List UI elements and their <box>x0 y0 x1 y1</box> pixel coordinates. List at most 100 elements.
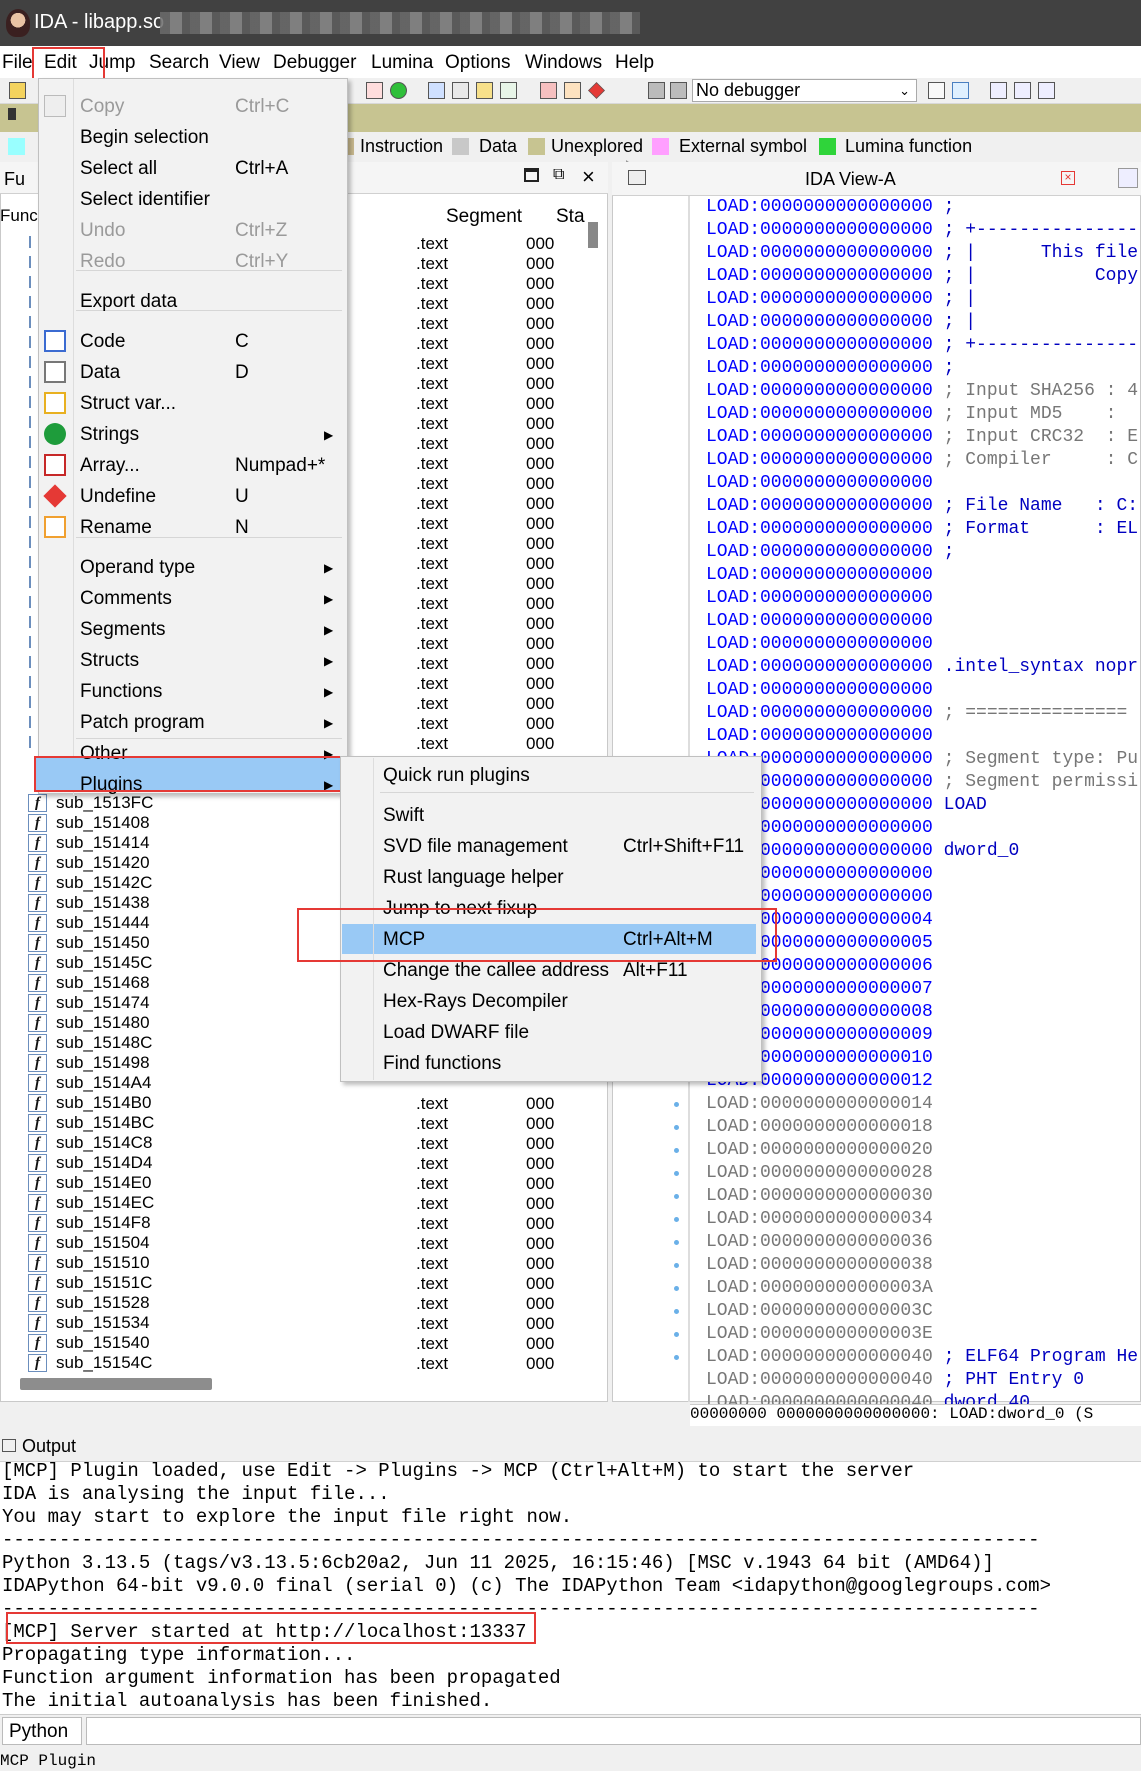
rename-icon[interactable] <box>564 82 581 99</box>
stop-icon[interactable] <box>670 82 687 99</box>
disasm-line[interactable]: LOAD:0000000000000000 ; | <box>706 288 976 311</box>
disasm-line[interactable]: LOAD:0000000000000038 dw <box>706 1254 1141 1277</box>
start-cell: 000 <box>526 614 555 633</box>
disasm-line[interactable]: LOAD:0000000000000000 <box>706 564 933 587</box>
disasm-line[interactable]: LOAD:000000000000003C dw <box>706 1300 1141 1323</box>
disasm-line[interactable]: LOAD:0000000000000000 <box>706 472 933 495</box>
disasm-line[interactable]: LOAD:0000000000000000 ; Compiler : C <box>706 449 1138 472</box>
restore-icon[interactable]: ⧉ <box>553 166 564 184</box>
disasm-line[interactable]: LOAD:0000000000000000 as <box>706 817 1141 840</box>
menu-debugger[interactable]: Debugger <box>273 52 356 74</box>
python-language-button[interactable]: Python <box>2 1717 82 1745</box>
data-icon[interactable] <box>452 82 469 99</box>
disasm-address: LOAD:0000000000000000 <box>706 634 933 654</box>
segment-cell: .text <box>416 734 449 753</box>
close-icon[interactable]: × <box>582 164 595 190</box>
disasm-address: LOAD:0000000000000000 <box>706 657 933 677</box>
menu-item-label: Select identifier <box>80 189 210 210</box>
disasm-line[interactable]: LOAD:0000000000000000 ; +--------------- <box>706 334 1138 357</box>
outdent-icon[interactable] <box>1038 82 1055 99</box>
disasm-line[interactable]: LOAD:0000000000000000 ; Format : EL <box>706 518 1138 541</box>
disasm-line[interactable]: LOAD:0000000000000000 .n <box>706 633 1141 656</box>
disasm-line[interactable]: LOAD:0000000000000000 .6 <box>706 587 1141 610</box>
ida-view-tab[interactable]: IDA View-A <box>805 169 896 190</box>
breakpoint-dot-icon <box>674 1332 679 1337</box>
start-header[interactable]: Sta <box>556 206 585 228</box>
disasm-line[interactable]: LOAD:0000000000000000 ; Segment type: Pu <box>706 748 1138 771</box>
function-name-header[interactable]: Func <box>0 206 38 226</box>
functions-horizontal-scrollbar[interactable] <box>20 1378 212 1390</box>
menu-lumina[interactable]: Lumina <box>371 52 433 74</box>
disasm-line[interactable]: LOAD:0000000000000000 .n <box>706 610 1141 633</box>
menu-file[interactable]: File <box>2 52 33 74</box>
disasm-line[interactable]: LOAD:0000000000000030 dd <box>706 1185 1141 1208</box>
disasm-line[interactable]: LOAD:0000000000000008 db <box>706 1001 1141 1024</box>
disasm-line[interactable]: LOAD:0000000000000000 ; File Name : C: <box>706 495 1138 518</box>
disasm-line[interactable]: LOAD:0000000000000000 ; | This file <box>706 242 1138 265</box>
disasm-line[interactable]: LOAD:0000000000000000 ; Input CRC32 : E <box>706 426 1138 449</box>
pause-icon[interactable] <box>648 82 665 99</box>
disasm-address: LOAD:0000000000000000 <box>706 450 933 470</box>
disasm-line[interactable]: LOAD:0000000000000012 dw <box>706 1070 1141 1093</box>
strings-icon[interactable] <box>500 82 517 99</box>
menu-windows[interactable]: Windows <box>525 52 602 74</box>
list-icon[interactable] <box>990 82 1007 99</box>
functions-tab[interactable]: Fu <box>4 169 25 190</box>
next-tab-icon[interactable] <box>1118 168 1138 188</box>
maximize-icon[interactable] <box>524 168 539 182</box>
disasm-line[interactable]: LOAD:0000000000000000 ; Input SHA256 : 4 <box>706 380 1138 403</box>
breakpoint-dot-icon <box>674 1171 679 1176</box>
disasm-line[interactable]: LOAD:0000000000000010 dw <box>706 1047 1141 1070</box>
indent-icon[interactable] <box>1014 82 1031 99</box>
disasm-line[interactable]: LOAD:0000000000000000 ; Segment permissi <box>706 771 1138 794</box>
disasm-address: LOAD:0000000000000000 <box>706 680 933 700</box>
disasm-line[interactable]: LOAD:0000000000000000 dword_0 do <box>706 840 1141 863</box>
disasm-line[interactable]: LOAD:0000000000000000 ; | <box>706 311 976 334</box>
calc-icon[interactable] <box>928 82 945 99</box>
segment-header[interactable]: Segment <box>446 206 522 228</box>
lumina-icon[interactable] <box>390 82 407 99</box>
segment-cell: .text <box>416 554 449 573</box>
disasm-line[interactable]: LOAD:0000000000000000 ; +--------------- <box>706 219 1138 242</box>
disasm-line[interactable]: LOAD:0000000000000000 ; <box>706 541 954 564</box>
disasm-line[interactable]: LOAD:0000000000000000 ; =============== <box>706 702 1127 725</box>
breakpoint-dot-icon <box>674 1194 679 1199</box>
disasm-line[interactable]: LOAD:0000000000000000 <box>706 725 933 748</box>
disasm-line[interactable]: LOAD:000000000000003E dw <box>706 1323 1141 1346</box>
sync-icon[interactable] <box>952 82 969 99</box>
struct-icon[interactable] <box>476 82 493 99</box>
disasm-line[interactable]: LOAD:0000000000000028 dq <box>706 1162 1141 1185</box>
disasm-line[interactable]: LOAD:0000000000000007 db <box>706 978 1141 1001</box>
disasm-line[interactable]: LOAD:0000000000000000 ; Input MD5 : <box>706 403 1127 426</box>
undefine-icon[interactable] <box>588 82 605 99</box>
disasm-line[interactable]: LOAD:0000000000000000 ; <box>706 357 954 380</box>
disasm-line[interactable]: LOAD:0000000000000034 dw <box>706 1208 1141 1231</box>
disasm-line[interactable]: LOAD:0000000000000040 ; PHT Entry 0 <box>706 1369 1084 1392</box>
menu-search[interactable]: Search <box>149 52 209 74</box>
disasm-line[interactable]: LOAD:0000000000000000 .intel_syntax nopr <box>706 656 1138 679</box>
disasm-line[interactable]: LOAD:000000000000003A dw <box>706 1277 1141 1300</box>
code-icon[interactable] <box>428 82 445 99</box>
menu-help[interactable]: Help <box>615 52 654 74</box>
disasm-line[interactable]: LOAD:0000000000000000 <box>706 679 933 702</box>
start-cell: 000 <box>526 534 555 553</box>
start-cell: 000 <box>526 1254 555 1273</box>
menu-view[interactable]: View <box>219 52 260 74</box>
functions-scrollbar[interactable] <box>588 222 598 248</box>
disasm-line[interactable]: LOAD:0000000000000040 ; ELF64 Program He <box>706 1346 1138 1369</box>
disasm-line[interactable]: LOAD:0000000000000020 dq <box>706 1139 1141 1162</box>
array-icon[interactable] <box>540 82 557 99</box>
open-folder-icon[interactable] <box>9 82 26 99</box>
disasm-line[interactable]: LOAD:0000000000000036 dw <box>706 1231 1141 1254</box>
disasm-line[interactable]: LOAD:0000000000000009 db <box>706 1024 1141 1047</box>
python-command-input[interactable] <box>86 1717 1141 1745</box>
disasm-line[interactable]: LOAD:0000000000000000 ; | Copy <box>706 265 1138 288</box>
disasm-line[interactable]: LOAD:0000000000000014 dd <box>706 1093 1141 1116</box>
close-tab-icon[interactable]: × <box>1061 171 1075 185</box>
segment-icon[interactable] <box>366 82 383 99</box>
disasm-line[interactable]: LOAD:0000000000000018 dq <box>706 1116 1141 1139</box>
debugger-select[interactable]: No debugger ⌄ <box>692 79 917 102</box>
menu-options[interactable]: Options <box>445 52 510 74</box>
disasm-line[interactable]: LOAD:0000000000000000 LOAD se <box>706 794 1141 817</box>
disasm-line[interactable]: LOAD:0000000000000000 ; <box>706 196 954 219</box>
